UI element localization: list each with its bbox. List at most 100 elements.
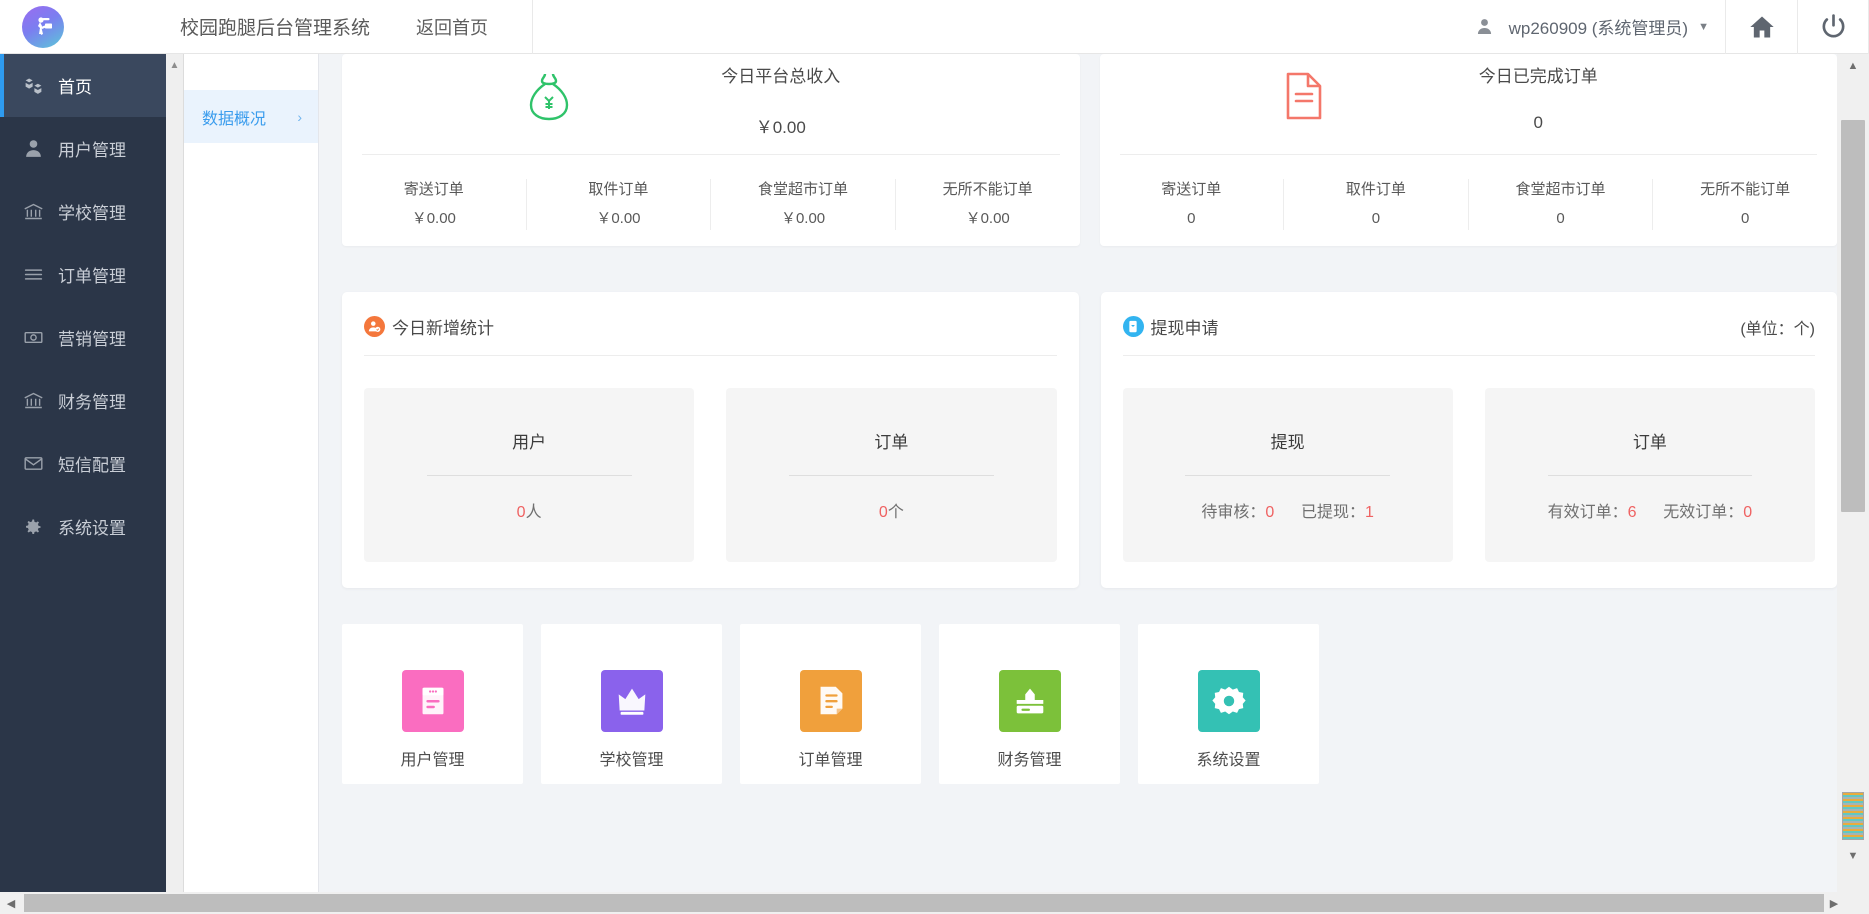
panel-header: 今日新增统计	[364, 314, 1057, 355]
horizontal-scroll-thumb[interactable]	[24, 894, 1824, 912]
sidebar-item-orders[interactable]: 订单管理	[0, 243, 166, 306]
sidebar-item-users[interactable]: 用户管理	[0, 117, 166, 180]
money-icon	[14, 327, 52, 348]
sidebar-item-label: 用户管理	[58, 141, 126, 160]
shortcut-finance-management[interactable]: 财务管理	[939, 624, 1120, 784]
sidebar-item-home[interactable]: 首页	[0, 54, 166, 117]
shortcuts-row: 用户管理 学校管理 订单管理 财务管理 系统设置	[319, 588, 1837, 784]
sidebar-item-label: 订单管理	[58, 267, 126, 286]
subnav-item-data-overview[interactable]: 数据概况 ›	[184, 90, 318, 143]
scrollbar-corner	[1847, 892, 1869, 914]
substat: 寄送订单 0	[1100, 179, 1285, 230]
divider	[1119, 154, 1817, 155]
chevron-down-icon: ▼	[1698, 20, 1709, 33]
card-text: 今日平台总收入 ￥0.00	[651, 62, 911, 138]
tile-part-label: 无效订单：	[1663, 504, 1744, 521]
sidebar: 首页 用户管理 学校管理 订单管理 营销管理 财务管理 短信配置 系统设置	[0, 54, 166, 892]
shortcut-label: 财务管理	[997, 752, 1062, 769]
card-today-completed-orders: 今日已完成订单 0 寄送订单 0 取件订单 0 食堂超市订单 0 无所不能订单 …	[1099, 54, 1838, 246]
panel-tiles: 用户 0人 订单 0个	[364, 356, 1057, 562]
substat-label: 取件订单	[1345, 181, 1406, 198]
tile-title: 订单	[1632, 433, 1667, 452]
substat: 取件订单 0	[1284, 179, 1469, 230]
panel-tiles: 提现 待审核：0 已提现：1 订单 有效订单：6 无效订单：0	[1122, 356, 1815, 562]
scroll-right-button[interactable]: ▶	[1823, 892, 1845, 914]
shortcut-user-management[interactable]: 用户管理	[342, 624, 523, 784]
resize-grip[interactable]	[1842, 792, 1864, 840]
substat: 取件订单 ￥0.00	[527, 179, 712, 230]
subnav: 数据概况 ›	[184, 54, 319, 892]
tile-value-unit: 人	[525, 504, 542, 521]
substat-value: 0	[1187, 209, 1196, 227]
back-home-link[interactable]: 返回首页	[416, 14, 488, 40]
substat-value: ￥0.00	[965, 209, 1010, 227]
document-icon	[1283, 70, 1327, 127]
envelope-icon	[14, 453, 52, 474]
shortcut-label: 订单管理	[798, 752, 863, 769]
subnav-scroll-strip[interactable]: ▲	[166, 54, 184, 892]
divider	[426, 475, 632, 476]
tile-title: 用户	[512, 433, 547, 452]
card-top: 今日已完成订单 0	[1100, 54, 1838, 154]
sidebar-item-marketing[interactable]: 营销管理	[0, 306, 166, 369]
app-logo-icon	[22, 5, 64, 48]
substat: 食堂超市订单 ￥0.00	[711, 179, 896, 230]
shortcut-system-settings[interactable]: 系统设置	[1138, 624, 1319, 784]
chevron-right-icon: ›	[297, 108, 302, 125]
user-icon	[1476, 18, 1493, 35]
home-button[interactable]	[1725, 0, 1797, 54]
tile-value: 有效订单：6 无效订单：0	[1548, 498, 1753, 522]
card-text: 今日已完成订单 0	[1408, 62, 1668, 133]
substat-label: 寄送订单	[1161, 181, 1222, 198]
substat-label: 无所不能订单	[942, 181, 1033, 198]
subnav-item-label: 数据概况	[202, 110, 267, 128]
horizontal-scrollbar[interactable]: ◀ ▶	[0, 892, 1869, 914]
shortcut-school-management[interactable]: 学校管理	[541, 624, 722, 784]
sidebar-item-settings[interactable]: 系统设置	[0, 495, 166, 558]
user-menu[interactable]: wp260909 (系统管理员) ▼	[1460, 14, 1725, 39]
sidebar-item-sms[interactable]: 短信配置	[0, 432, 166, 495]
sidebar-item-label: 首页	[58, 78, 92, 97]
user-icon	[14, 139, 52, 158]
tile-value: 待审核：0 已提现：1	[1201, 498, 1374, 522]
logout-button[interactable]	[1797, 0, 1869, 54]
tile-value-number: 0	[516, 504, 526, 521]
scroll-up-button[interactable]: ▲	[1837, 54, 1869, 78]
tile-orders: 订单 有效订单：6 无效订单：0	[1484, 388, 1815, 562]
tile-withdraw: 提现 待审核：0 已提现：1	[1122, 388, 1453, 562]
top-header: 校园跑腿后台管理系统 返回首页 wp260909 (系统管理员) ▼	[0, 0, 1869, 54]
sidebar-item-label: 系统设置	[58, 519, 126, 538]
sidebar-item-schools[interactable]: 学校管理	[0, 180, 166, 243]
header-divider	[532, 0, 534, 54]
substat: 无所不能订单 ￥0.00	[896, 179, 1080, 230]
shortcut-label: 用户管理	[400, 752, 465, 769]
app-title: 校园跑腿后台管理系统	[180, 18, 371, 39]
card-value: ￥0.00	[755, 118, 806, 137]
panels-row: 今日新增统计 用户 0人 订单 0个 提现申请 (单位：个) 提现 待审核：0 …	[319, 246, 1837, 588]
vertical-scroll-thumb[interactable]	[1841, 120, 1865, 512]
scroll-down-button[interactable]: ▼	[1837, 844, 1869, 868]
divider	[362, 154, 1060, 155]
panel-header: 提现申请 (单位：个)	[1122, 314, 1815, 355]
substat: 寄送订单 ￥0.00	[342, 179, 527, 230]
shortcut-order-management[interactable]: 订单管理	[740, 624, 921, 784]
gear-icon	[14, 517, 52, 537]
tile-part-number: 0	[1265, 504, 1275, 521]
header-right: wp260909 (系统管理员) ▼	[1460, 0, 1869, 54]
panel-unit: (单位：个)	[1740, 320, 1815, 338]
sidebar-item-finance[interactable]: 财务管理	[0, 369, 166, 432]
substat: 无所不能订单 0	[1653, 179, 1837, 230]
bank-icon	[14, 390, 52, 411]
tile-part-number: 0	[1743, 504, 1753, 521]
user-add-icon	[364, 316, 385, 337]
tile-new-orders: 订单 0个	[726, 388, 1057, 562]
substat-value: ￥0.00	[596, 209, 641, 227]
order-doc-icon	[799, 670, 862, 732]
tile-part-number: 1	[1364, 504, 1374, 521]
card-top: 今日平台总收入 ￥0.00	[342, 54, 1080, 154]
scroll-left-button[interactable]: ◀	[0, 892, 22, 914]
main-content: 今日平台总收入 ￥0.00 寄送订单 ￥0.00 取件订单 ￥0.00 食堂超市…	[319, 54, 1837, 892]
vertical-scrollbar[interactable]: ▲ ▼	[1837, 54, 1869, 892]
scroll-up-icon[interactable]: ▲	[170, 60, 180, 892]
money-bag-icon	[526, 70, 572, 127]
